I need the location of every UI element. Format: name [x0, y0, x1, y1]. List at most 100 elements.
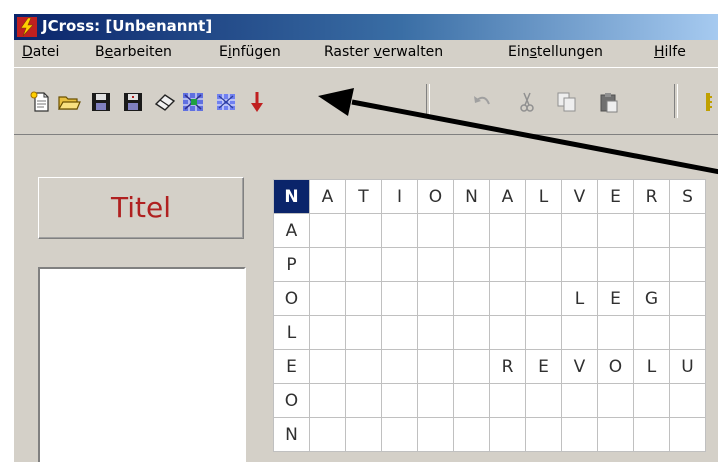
grid-cell[interactable] [453, 383, 490, 418]
grid-cell[interactable] [309, 213, 346, 248]
grid-cell[interactable] [597, 383, 634, 418]
grid-cell[interactable] [417, 349, 454, 384]
grid-cell[interactable] [597, 417, 634, 452]
grid-cell[interactable] [525, 383, 562, 418]
grid-cell[interactable] [669, 417, 706, 452]
undo-icon[interactable] [469, 90, 495, 114]
grid-cell[interactable] [633, 247, 670, 282]
grid-cell[interactable]: O [273, 383, 310, 418]
grid-cell[interactable] [381, 281, 418, 316]
grid-cell[interactable] [561, 247, 598, 282]
grid-cell[interactable] [669, 315, 706, 350]
grid-cell[interactable]: T [345, 179, 382, 214]
grid-cell[interactable]: N [273, 179, 310, 214]
grid-cell[interactable]: L [633, 349, 670, 384]
grid-cell[interactable] [597, 315, 634, 350]
grid-cell[interactable] [453, 417, 490, 452]
grid-cell[interactable]: N [453, 179, 490, 214]
arrow-down-icon[interactable] [244, 90, 270, 114]
grid-cell[interactable] [309, 417, 346, 452]
menu-einfuegen[interactable]: Einfügen [219, 44, 281, 60]
grid-cell[interactable] [381, 383, 418, 418]
grid-cell[interactable]: O [417, 179, 454, 214]
grid-cell[interactable] [633, 315, 670, 350]
grid-cell[interactable]: G [633, 281, 670, 316]
grid-cell[interactable] [345, 315, 382, 350]
grid-cell[interactable] [597, 247, 634, 282]
clue-text-box[interactable] [38, 267, 246, 462]
more-icon[interactable] [698, 90, 718, 114]
menu-einstellungen[interactable]: Einstellungen [508, 44, 603, 60]
grid-cell[interactable]: V [561, 349, 598, 384]
grid-cell[interactable] [489, 417, 526, 452]
grid-cell[interactable] [525, 213, 562, 248]
grid-cell[interactable] [417, 383, 454, 418]
grid-cell[interactable]: U [669, 349, 706, 384]
paste-icon[interactable] [596, 90, 622, 114]
grid-cell[interactable] [309, 247, 346, 282]
menu-hilfe[interactable]: Hilfe [654, 44, 686, 60]
save-icon[interactable] [88, 90, 114, 114]
grid-cell[interactable]: A [273, 213, 310, 248]
menu-datei[interactable]: Datei [22, 44, 59, 60]
grid-cell[interactable] [345, 417, 382, 452]
grid-cell[interactable] [381, 213, 418, 248]
grid-cell[interactable]: O [597, 349, 634, 384]
grid-cell[interactable]: L [561, 281, 598, 316]
grid-cell[interactable] [561, 417, 598, 452]
open-folder-icon[interactable] [56, 90, 82, 114]
menu-raster-verwalten[interactable]: Raster verwalten [324, 44, 443, 60]
grid-cell[interactable] [669, 213, 706, 248]
grid-cell[interactable] [381, 417, 418, 452]
grid-cell[interactable] [309, 281, 346, 316]
generate-grid-icon[interactable] [180, 90, 206, 114]
grid-cell[interactable] [309, 383, 346, 418]
cut-icon[interactable] [514, 90, 540, 114]
grid-cell[interactable] [453, 315, 490, 350]
title-button[interactable]: Titel [38, 177, 244, 239]
grid-cell[interactable]: P [273, 247, 310, 282]
grid-cell[interactable] [345, 213, 382, 248]
grid-cell[interactable]: E [597, 281, 634, 316]
grid-cell[interactable] [489, 213, 526, 248]
copy-icon[interactable] [554, 90, 580, 114]
erase-icon[interactable] [152, 90, 178, 114]
grid-cell[interactable] [633, 383, 670, 418]
grid-cell[interactable]: N [273, 417, 310, 452]
save-as-icon[interactable] [120, 90, 146, 114]
grid-cell[interactable] [417, 213, 454, 248]
grid-cell[interactable]: E [597, 179, 634, 214]
grid-cell[interactable] [381, 315, 418, 350]
grid-cell[interactable] [381, 247, 418, 282]
grid-cell[interactable] [561, 213, 598, 248]
grid-cell[interactable]: I [381, 179, 418, 214]
grid-cell[interactable] [489, 383, 526, 418]
grid-cell[interactable] [525, 315, 562, 350]
grid-cell[interactable] [633, 213, 670, 248]
grid-cell[interactable] [345, 383, 382, 418]
grid-cell[interactable] [561, 315, 598, 350]
grid-cell[interactable] [669, 383, 706, 418]
grid-cell[interactable] [381, 349, 418, 384]
grid-cell[interactable] [669, 281, 706, 316]
grid-cell[interactable] [417, 417, 454, 452]
grid-cell[interactable]: V [561, 179, 598, 214]
grid-cell[interactable] [309, 315, 346, 350]
grid-cell[interactable]: R [489, 349, 526, 384]
grid-cell[interactable] [453, 213, 490, 248]
grid-cell[interactable] [345, 247, 382, 282]
grid-cell[interactable] [453, 281, 490, 316]
grid-cell[interactable] [525, 281, 562, 316]
crossword-grid[interactable]: NATIONALVERSAPOLEGLEREVOLUON [273, 179, 706, 452]
grid-cell[interactable] [525, 417, 562, 452]
grid-cell[interactable] [417, 247, 454, 282]
grid-cell[interactable]: A [309, 179, 346, 214]
menu-bearbeiten[interactable]: Bearbeiten [95, 44, 172, 60]
grid-cell[interactable] [417, 281, 454, 316]
grid-cell[interactable] [345, 349, 382, 384]
grid-cell[interactable]: L [525, 179, 562, 214]
grid-cell[interactable]: L [273, 315, 310, 350]
grid-cell[interactable] [345, 281, 382, 316]
grid-cell[interactable]: O [273, 281, 310, 316]
new-document-icon[interactable] [28, 90, 54, 114]
